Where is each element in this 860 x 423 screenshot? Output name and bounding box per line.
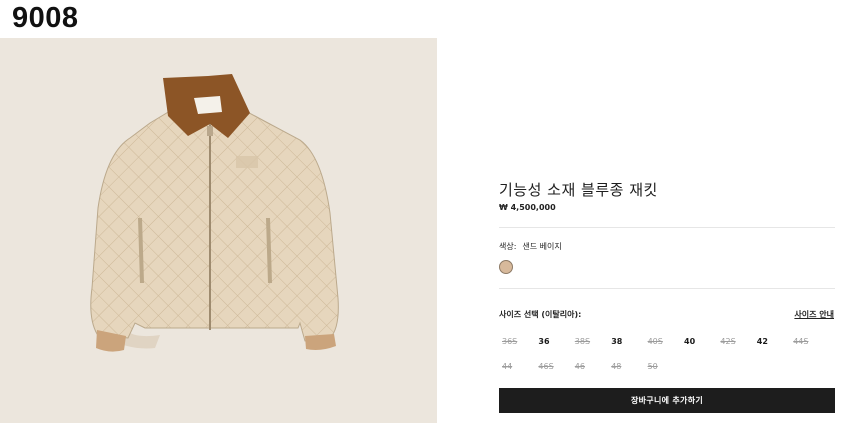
product-title: 기능성 소재 블루종 재킷 xyxy=(499,181,658,199)
size-option[interactable]: 38 xyxy=(611,337,647,346)
color-label: 색상: 샌드 베이지 xyxy=(499,241,562,252)
size-option: 44S xyxy=(793,337,809,346)
size-option: 48 xyxy=(611,362,622,371)
size-option: 36S xyxy=(502,337,518,346)
size-option[interactable]: 40 xyxy=(684,337,720,346)
page-code: 9008 xyxy=(12,2,79,34)
size-select-label: 사이즈 선택 (이탈리아): xyxy=(499,310,582,319)
size-option: 42S xyxy=(720,337,736,346)
divider xyxy=(499,288,835,289)
size-option[interactable]: 42 xyxy=(757,337,793,346)
divider xyxy=(499,227,835,228)
size-option: 40S xyxy=(647,337,663,346)
size-option: 46 xyxy=(574,362,585,371)
size-option: 38S xyxy=(574,337,591,346)
size-option[interactable]: 36 xyxy=(538,337,574,346)
add-to-cart-button[interactable]: 장바구니에 추가하기 xyxy=(499,388,835,413)
size-option: 44 xyxy=(502,362,513,371)
product-info-panel: 기능성 소재 블루종 재킷 ₩ 4,500,000 색상: 샌드 베이지 사이즈 … xyxy=(499,0,835,423)
jacket-illustration xyxy=(0,38,437,423)
size-option: 50 xyxy=(647,362,658,371)
color-swatch-sand-beige[interactable] xyxy=(499,260,513,274)
size-option: 46S xyxy=(538,362,554,371)
size-guide-link[interactable]: 사이즈 안내 xyxy=(794,309,834,320)
product-price: ₩ 4,500,000 xyxy=(499,203,556,212)
color-label-text: 색상: xyxy=(499,242,517,251)
product-image[interactable] xyxy=(0,38,437,423)
color-value: 샌드 베이지 xyxy=(522,242,562,251)
